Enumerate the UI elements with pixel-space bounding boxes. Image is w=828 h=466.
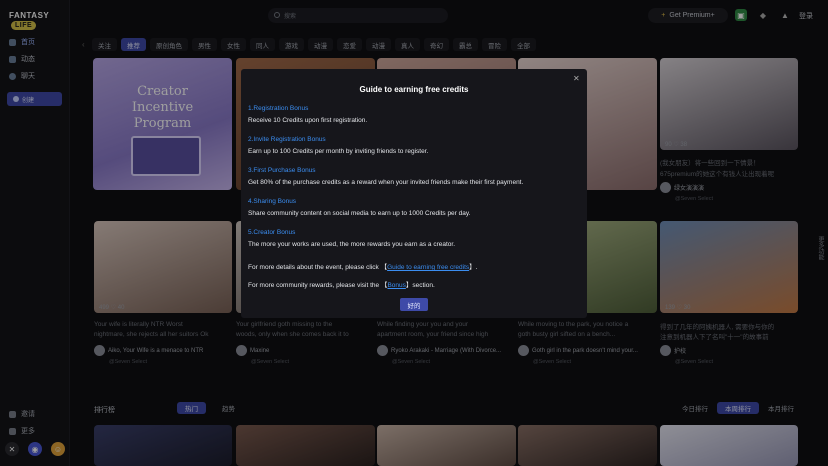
section-text: Receive 10 Credits upon first registrati… — [248, 117, 368, 124]
modal-title: Guide to earning free credits — [359, 85, 469, 94]
community-line: For more community rewards, please visit… — [248, 282, 435, 289]
bonus-link[interactable]: Bonus — [387, 282, 405, 289]
section-heading: 4.Sharing Bonus — [248, 198, 297, 205]
section-text: Get 80% of the purchase credits as a rew… — [248, 179, 524, 186]
section-text: Share community content on social media … — [248, 210, 471, 217]
close-icon[interactable]: ✕ — [573, 74, 580, 83]
section-text: Earn up to 100 Credits per month by invi… — [248, 148, 429, 155]
section-heading: 1.Registration Bonus — [248, 105, 309, 112]
section-text: The more your works are used, the more r… — [248, 241, 456, 248]
section-heading: 2.Invite Registration Bonus — [248, 136, 326, 143]
guide-link[interactable]: Guide to earning free credits — [387, 264, 469, 271]
section-heading: 5.Creator Bonus — [248, 229, 296, 236]
section-heading: 3.First Purchase Bonus — [248, 167, 316, 174]
details-line: For more details about the event, please… — [248, 264, 478, 271]
ok-button[interactable]: 好的 — [400, 298, 428, 311]
